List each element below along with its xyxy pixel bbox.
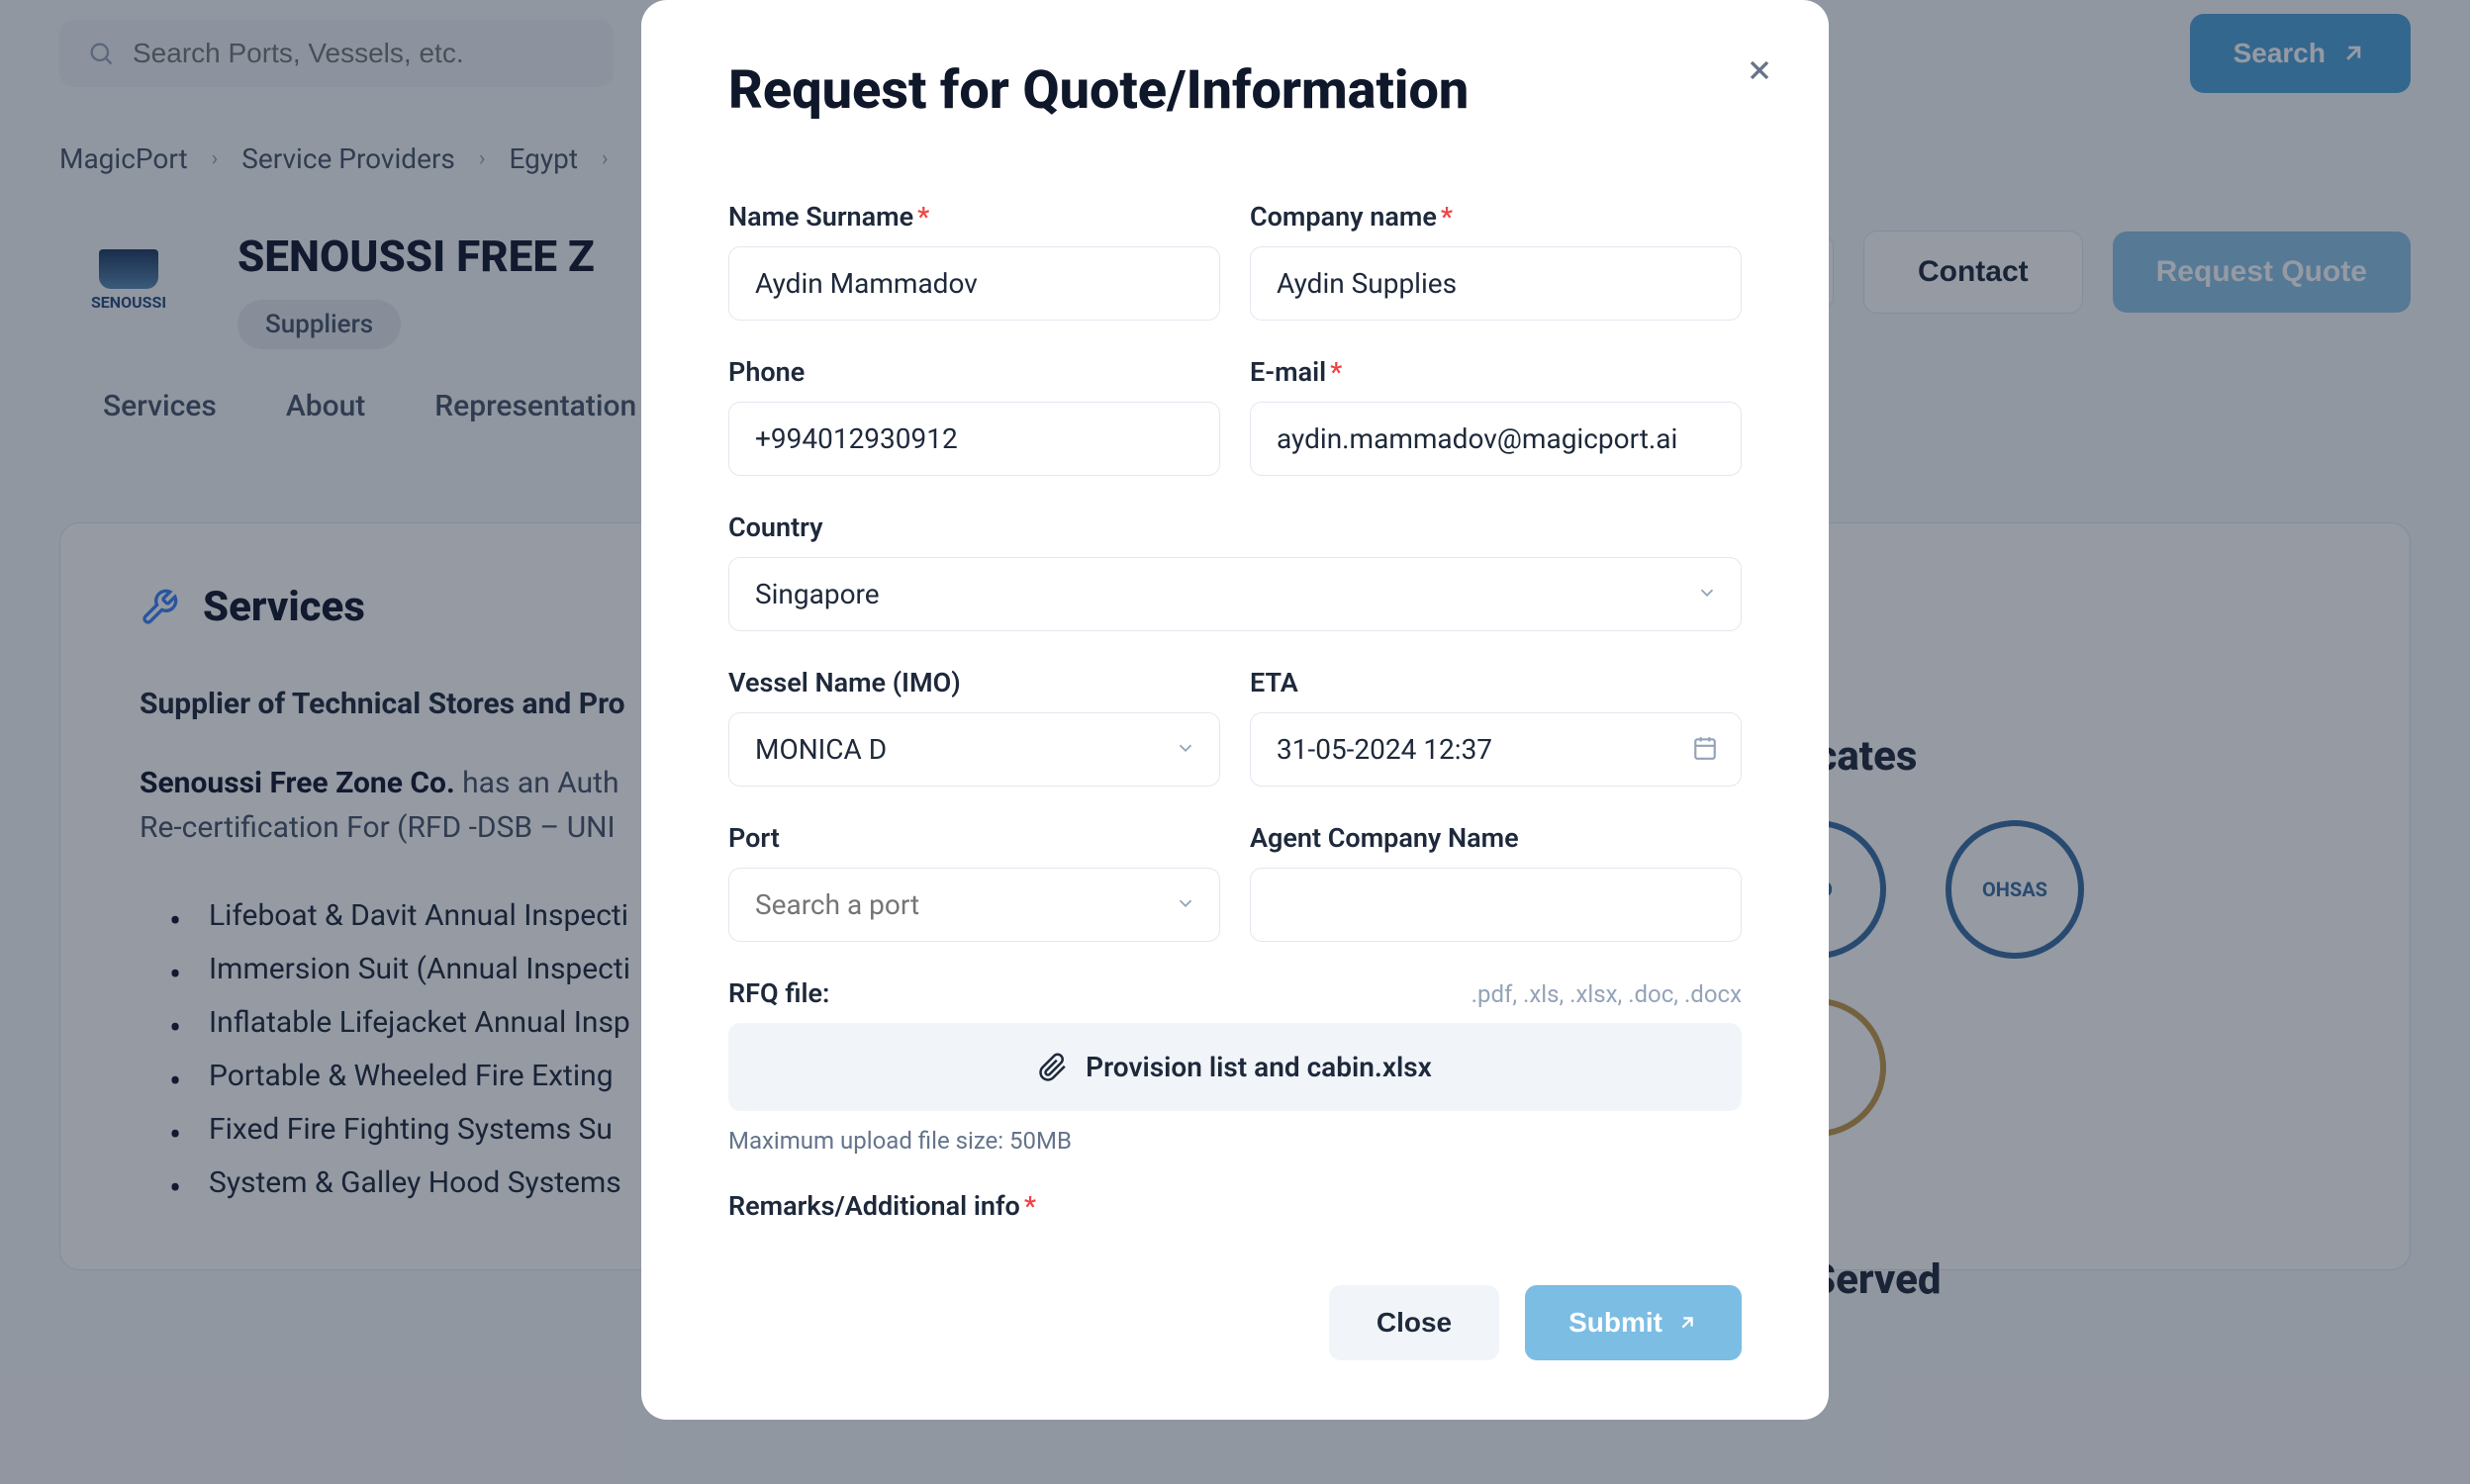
file-meta: Maximum upload file size: 50MB — [728, 1127, 1742, 1155]
port-field-wrap: Port — [728, 822, 1220, 942]
close-icon — [1744, 54, 1775, 86]
company-label: Company name* — [1250, 201, 1742, 232]
remarks-field-wrap: Remarks/Additional info* — [728, 1190, 1742, 1236]
phone-field-wrap: Phone — [728, 356, 1220, 476]
vessel-select[interactable] — [728, 712, 1220, 787]
name-label: Name Surname* — [728, 201, 1220, 232]
phone-input[interactable] — [728, 402, 1220, 476]
close-button[interactable]: Close — [1329, 1285, 1499, 1360]
file-name: Provision list and cabin.xlsx — [1086, 1051, 1432, 1083]
rfq-modal: Request for Quote/Information Name Surna… — [641, 0, 1829, 1420]
country-label: Country — [728, 511, 1742, 543]
port-select[interactable] — [728, 868, 1220, 942]
vessel-label: Vessel Name (IMO) — [728, 667, 1220, 698]
phone-label: Phone — [728, 356, 1220, 388]
eta-input[interactable] — [1250, 712, 1742, 787]
email-label: E-mail* — [1250, 356, 1742, 388]
country-select[interactable] — [728, 557, 1742, 631]
eta-label: ETA — [1250, 667, 1742, 698]
company-field-wrap: Company name* — [1250, 201, 1742, 321]
country-field-wrap: Country — [728, 511, 1742, 631]
submit-label: Submit — [1568, 1307, 1662, 1339]
agent-label: Agent Company Name — [1250, 822, 1742, 854]
rfq-label: RFQ file: — [728, 977, 829, 1009]
port-label: Port — [728, 822, 1220, 854]
modal-title: Request for Quote/Information — [728, 59, 1742, 122]
name-input[interactable] — [728, 246, 1220, 321]
email-input[interactable] — [1250, 402, 1742, 476]
file-drop-zone[interactable]: Provision list and cabin.xlsx — [728, 1023, 1742, 1111]
company-input[interactable] — [1250, 246, 1742, 321]
rfq-file-wrap: RFQ file: .pdf, .xls, .xlsx, .doc, .docx… — [728, 977, 1742, 1155]
paperclip-icon — [1038, 1053, 1068, 1082]
vessel-field-wrap: Vessel Name (IMO) — [728, 667, 1220, 787]
email-field-wrap: E-mail* — [1250, 356, 1742, 476]
name-field-wrap: Name Surname* — [728, 201, 1220, 321]
agent-input[interactable] — [1250, 868, 1742, 942]
submit-button[interactable]: Submit — [1525, 1285, 1742, 1360]
eta-field-wrap: ETA — [1250, 667, 1742, 787]
remarks-label: Remarks/Additional info* — [728, 1190, 1742, 1222]
modal-close-button[interactable] — [1744, 53, 1775, 93]
modal-overlay[interactable]: Request for Quote/Information Name Surna… — [0, 0, 2470, 1484]
file-hint: .pdf, .xls, .xlsx, .doc, .docx — [1472, 980, 1742, 1008]
arrow-up-right-icon — [1676, 1312, 1698, 1334]
agent-field-wrap: Agent Company Name — [1250, 822, 1742, 942]
